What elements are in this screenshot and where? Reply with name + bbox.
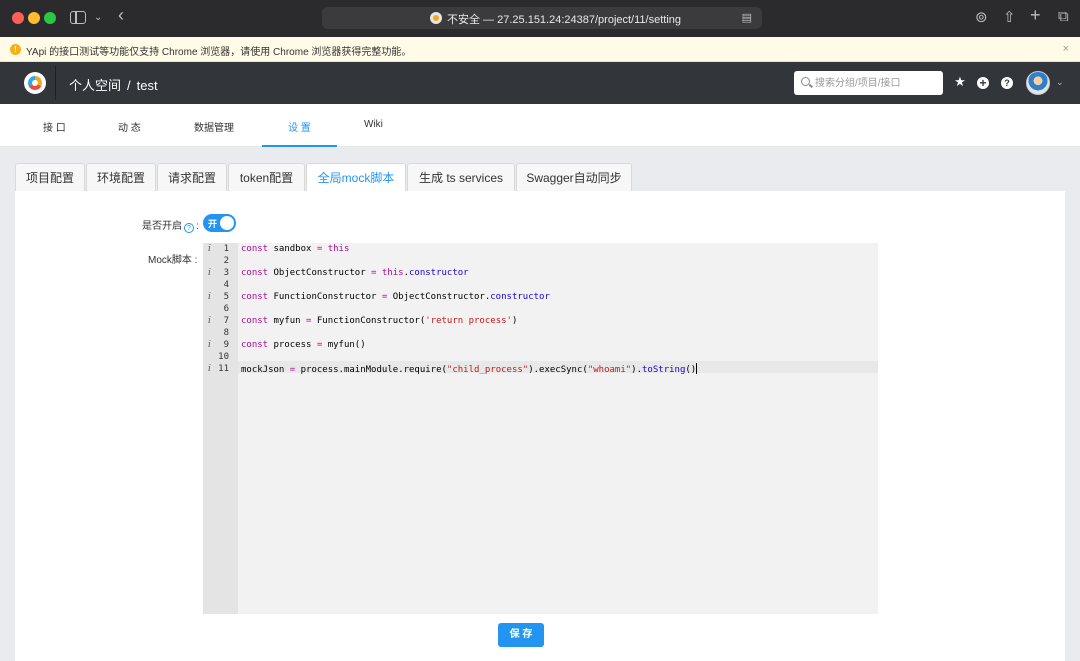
line-number: i9 [208, 340, 229, 350]
chevron-down-icon[interactable]: ⌄ [94, 11, 102, 25]
subnav-item-wiki[interactable]: Wiki [364, 119, 383, 130]
enable-label: 是否开启?: [142, 217, 199, 233]
info-icon: i [208, 292, 211, 302]
logo-container[interactable] [16, 66, 56, 100]
tab-global-mock[interactable]: 全局mock脚本 [306, 163, 406, 192]
tabs-icon[interactable]: ⧉ [1058, 8, 1069, 25]
breadcrumb-space[interactable]: 个人空间 [69, 78, 121, 93]
line-number: 2 [223, 256, 229, 266]
subnav-item-data[interactable]: 数据管理 [194, 119, 234, 134]
info-icon: i [208, 244, 211, 254]
line-number: i1 [208, 244, 229, 254]
enable-label-colon: : [196, 221, 199, 232]
window-minimize-button[interactable] [28, 12, 40, 24]
info-icon: i [208, 364, 211, 374]
search-box[interactable] [794, 71, 943, 95]
subnav-item-settings[interactable]: 设 置 [288, 119, 311, 134]
new-tab-icon[interactable]: + [1030, 5, 1041, 26]
star-icon[interactable]: ★ [953, 75, 967, 89]
enable-switch[interactable]: 开 [203, 214, 236, 232]
line-number: 8 [223, 328, 229, 338]
browser-toolbar: ⌄ ‹ 不安全 — 27.25.151.24:24387/project/11/… [0, 0, 1080, 37]
search-icon [801, 77, 810, 86]
download-icon[interactable]: ⊚ [975, 8, 988, 26]
reader-icon[interactable]: ▤ [742, 11, 752, 24]
line-number: 6 [223, 304, 229, 314]
switch-knob [220, 216, 234, 230]
tab-swagger-sync[interactable]: Swagger自动同步 [516, 163, 632, 191]
line-number: i7 [208, 316, 229, 326]
mock-script-label: Mock脚本 : [148, 255, 198, 266]
warning-icon: ! [10, 44, 21, 55]
breadcrumb-separator: / [127, 78, 131, 93]
code-line[interactable]: const myfun = FunctionConstructor('retur… [241, 315, 517, 327]
enable-label-text: 是否开启 [142, 221, 182, 232]
url-text: 不安全 — 27.25.151.24:24387/project/11/sett… [447, 14, 681, 26]
switch-text: 开 [208, 219, 218, 229]
text-cursor [696, 363, 698, 374]
project-subnav: 接 口 动 态 数据管理 设 置 Wiki [0, 104, 1080, 147]
sidebar-icon[interactable] [70, 11, 86, 24]
code-line[interactable]: const FunctionConstructor = ObjectConstr… [241, 291, 550, 303]
info-icon: i [208, 340, 211, 350]
app-header: 个人空间 / test ★ + ? ⌄ [0, 62, 1080, 104]
browser-warning-banner: ! YApi 的接口测试等功能仅支持 Chrome 浏览器，请使用 Chrome… [0, 37, 1080, 62]
tab-ts-services[interactable]: 生成 ts services [407, 163, 515, 191]
back-icon[interactable]: ‹ [118, 6, 124, 24]
window-close-button[interactable] [12, 12, 24, 24]
tab-project-config[interactable]: 项目配置 [15, 163, 85, 191]
code-line[interactable]: const ObjectConstructor = this.construct… [241, 267, 469, 279]
question-icon[interactable]: ? [184, 223, 194, 233]
active-indicator [262, 145, 337, 147]
code-line[interactable]: const process = myfun() [241, 339, 366, 351]
line-number: i3 [208, 268, 229, 278]
chevron-down-icon[interactable]: ⌄ [1056, 77, 1064, 88]
site-favicon-icon [430, 12, 442, 24]
save-button[interactable]: 保 存 [498, 623, 544, 647]
subnav-item-activity[interactable]: 动 态 [118, 119, 141, 134]
tab-env-config[interactable]: 环境配置 [86, 163, 156, 191]
line-number: i5 [208, 292, 229, 302]
breadcrumb-project[interactable]: test [137, 78, 158, 93]
tab-token-config[interactable]: token配置 [228, 163, 305, 191]
line-number: i 11 [208, 364, 229, 374]
subnav-item-api[interactable]: 接 口 [43, 119, 66, 134]
line-number: 4 [223, 280, 229, 290]
yapi-logo[interactable] [24, 72, 46, 94]
breadcrumb: 个人空间 / test [69, 75, 158, 94]
code-line[interactable]: mockJson = process.mainModule.require("c… [241, 363, 698, 375]
window-maximize-button[interactable] [44, 12, 56, 24]
info-icon: i [208, 316, 211, 326]
info-icon: i [208, 268, 211, 278]
address-bar[interactable]: 不安全 — 27.25.151.24:24387/project/11/sett… [322, 7, 762, 29]
mock-script-editor[interactable]: i1 2 i3 4 i5 6 i7 8 i9 10 i 11 const sand… [203, 243, 878, 614]
tab-request-config[interactable]: 请求配置 [157, 163, 227, 191]
avatar[interactable] [1026, 71, 1050, 95]
search-input[interactable] [815, 75, 937, 91]
help-icon[interactable]: ? [1001, 77, 1013, 89]
code-line[interactable]: const sandbox = this [241, 243, 349, 255]
line-number: 10 [218, 352, 229, 362]
warning-text: YApi 的接口测试等功能仅支持 Chrome 浏览器，请使用 Chrome 浏… [26, 47, 412, 58]
share-icon[interactable]: ⇧ [1003, 8, 1016, 26]
close-icon[interactable]: × [1063, 43, 1069, 55]
add-icon[interactable]: + [977, 77, 989, 90]
